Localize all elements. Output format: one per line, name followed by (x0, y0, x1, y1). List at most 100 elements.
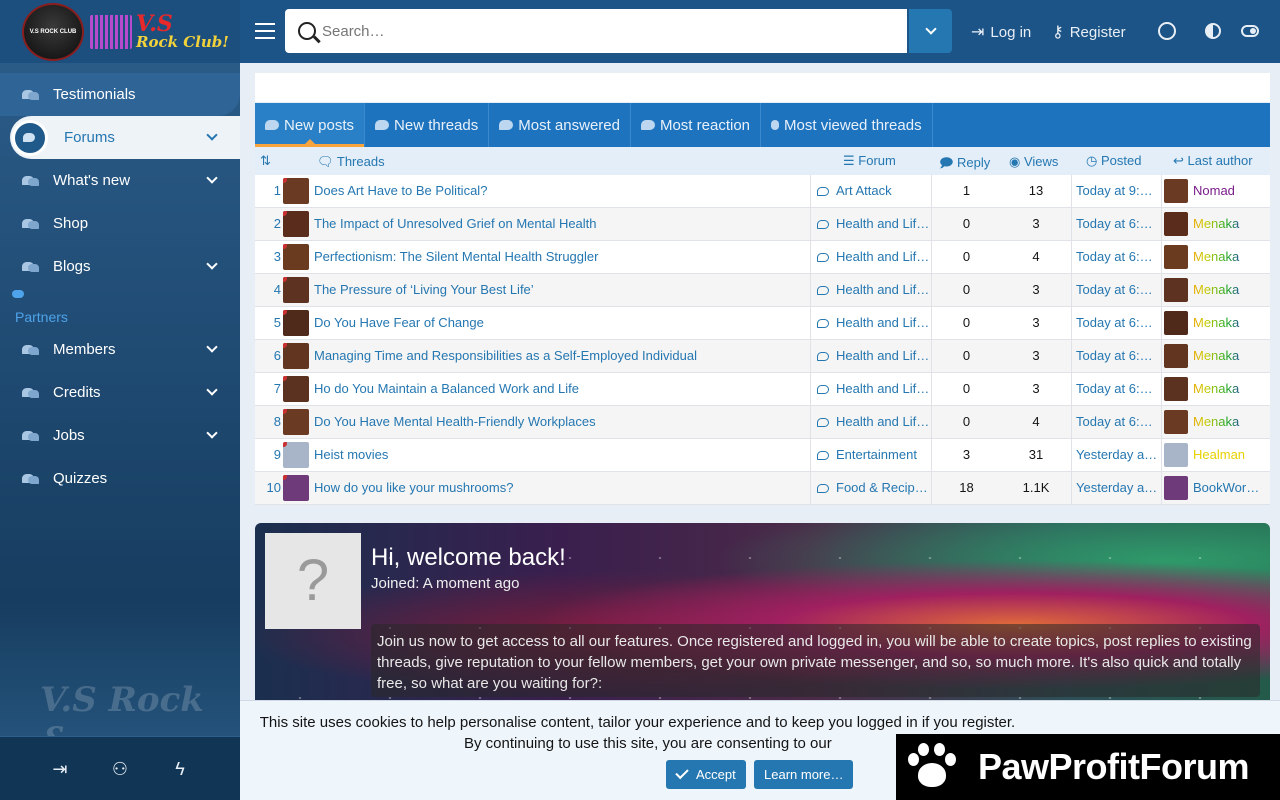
thread-title-link[interactable]: Ho do You Maintain a Balanced Work and L… (314, 373, 809, 405)
thread-title-link[interactable]: Heist movies (314, 439, 809, 471)
tab-most-answered[interactable]: Most answered (489, 103, 631, 147)
view-count: 31 (1028, 447, 1044, 462)
sidebar-item-members[interactable]: Members (0, 328, 240, 371)
bolt-icon[interactable]: ϟ (169, 758, 191, 780)
search-options-dropdown[interactable] (909, 9, 952, 53)
notice-bar (255, 73, 1270, 102)
contrast-icon[interactable] (1202, 20, 1224, 42)
thread-starter-avatar[interactable] (283, 442, 309, 468)
forum-link[interactable]: Health and Lif… (810, 307, 930, 339)
last-author-link[interactable]: Menaka (1161, 406, 1270, 438)
accept-cookies-button[interactable]: Accept (666, 760, 746, 789)
last-author-link[interactable]: Menaka (1161, 241, 1270, 273)
palette-icon[interactable] (1156, 20, 1178, 42)
last-author-link[interactable]: Healman (1161, 439, 1270, 471)
col-views[interactable]: ◉ Views (1009, 154, 1058, 170)
unread-dot-icon (283, 310, 287, 315)
chevron-down-icon[interactable] (206, 384, 218, 396)
sidebar-item-whats-new[interactable]: What's new (0, 159, 240, 202)
sidebar-item-jobs[interactable]: Jobs (0, 414, 240, 457)
last-author-link[interactable]: Menaka (1161, 373, 1270, 405)
posted-time-link[interactable]: Today at 9:… (1071, 175, 1161, 207)
last-author-link[interactable]: Nomad (1161, 175, 1270, 207)
forum-link[interactable]: Food & Recip… (810, 472, 930, 504)
forum-link[interactable]: Health and Lif… (810, 241, 930, 273)
posted-time-link[interactable]: Today at 6:… (1071, 406, 1161, 438)
register-icon[interactable]: ⚇ (109, 758, 131, 780)
toggle-icon[interactable] (1241, 20, 1263, 42)
chevron-down-icon[interactable] (206, 258, 218, 270)
thread-title-link[interactable]: The Impact of Unresolved Grief on Mental… (314, 208, 809, 240)
search-input[interactable] (322, 22, 882, 40)
posted-time-link[interactable]: Yesterday a… (1071, 439, 1161, 471)
last-author-link[interactable]: Menaka (1161, 340, 1270, 372)
thread-starter-avatar[interactable] (283, 409, 309, 435)
tab-new-threads[interactable]: New threads (365, 103, 490, 147)
tab-most-reaction[interactable]: Most reaction (631, 103, 762, 147)
last-author-link[interactable]: Menaka (1161, 307, 1270, 339)
login-link[interactable]: ⇥ Log in (971, 22, 1031, 42)
sidebar-item-label: Testimonials (53, 86, 136, 103)
thread-title-link[interactable]: Do You Have Mental Health-Friendly Workp… (314, 406, 809, 438)
sidebar-item-testimonials[interactable]: Testimonials (0, 73, 240, 116)
thread-starter-avatar[interactable] (283, 211, 309, 237)
sidebar-item-shop[interactable]: Shop (0, 202, 240, 245)
thread-title-link[interactable]: Do You Have Fear of Change (314, 307, 809, 339)
thread-title-link[interactable]: Perfectionism: The Silent Mental Health … (314, 241, 809, 273)
forum-link[interactable]: Art Attack (810, 175, 930, 207)
thread-starter-avatar[interactable] (283, 310, 309, 336)
thread-starter-avatar[interactable] (283, 277, 309, 303)
chevron-down-icon[interactable] (206, 172, 218, 184)
col-threads[interactable]: 🗨 Threads (317, 154, 385, 170)
chevron-down-icon[interactable] (206, 129, 218, 141)
posted-time-link[interactable]: Today at 6:… (1071, 307, 1161, 339)
forum-link[interactable]: Entertainment (810, 439, 930, 471)
col-posted[interactable]: ◷ Posted (1086, 153, 1141, 169)
thread-title-link[interactable]: Does Art Have to Be Political? (314, 175, 809, 207)
posted-time-link[interactable]: Today at 6:… (1071, 274, 1161, 306)
sidebar-item-partners[interactable]: Partners (0, 288, 240, 328)
chevron-down-icon[interactable] (206, 427, 218, 439)
last-author-link[interactable]: BookWor… (1161, 472, 1270, 504)
thread-starter-avatar[interactable] (283, 343, 309, 369)
forum-link[interactable]: Health and Lif… (810, 373, 930, 405)
cookie-text-line1: This site uses cookies to help personali… (259, 714, 1016, 731)
last-author-link[interactable]: Menaka (1161, 208, 1270, 240)
last-author-link[interactable]: Menaka (1161, 274, 1270, 306)
thread-starter-avatar[interactable] (283, 376, 309, 402)
posted-time-link[interactable]: Today at 6:… (1071, 373, 1161, 405)
sidebar-item-credits[interactable]: Credits (0, 371, 240, 414)
sidebar-item-quizzes[interactable]: Quizzes (0, 457, 240, 500)
forum-link[interactable]: Health and Lif… (810, 406, 930, 438)
forum-link[interactable]: Health and Lif… (810, 274, 930, 306)
login-icon[interactable]: ⇥ (49, 758, 71, 780)
sidebar-item-blogs[interactable]: Blogs (0, 245, 240, 288)
posted-time-link[interactable]: Yesterday a… (1071, 472, 1161, 504)
tab-new-posts[interactable]: New posts (255, 103, 366, 147)
tab-most-viewed[interactable]: Most viewed threads (761, 103, 933, 147)
col-forum[interactable]: ☰ Forum (843, 153, 896, 169)
thread-title-link[interactable]: The Pressure of ‘Living Your Best Life’ (314, 274, 809, 306)
logo-club: Rock Club! (136, 33, 229, 51)
posted-time-link[interactable]: Today at 6:… (1071, 208, 1161, 240)
sort-icon[interactable]: ⇅ (260, 153, 271, 169)
forum-link[interactable]: Health and Lif… (810, 340, 930, 372)
sidebar-item-forums[interactable]: Forums (10, 116, 240, 159)
col-last-author[interactable]: ↩ Last author (1173, 153, 1253, 169)
thread-title-link[interactable]: Managing Time and Responsibilities as a … (314, 340, 809, 372)
hamburger-menu-icon[interactable] (255, 23, 275, 39)
reply-count: 3 (931, 439, 1001, 471)
thread-title-link[interactable]: How do you like your mushrooms? (314, 472, 809, 504)
posted-time-link[interactable]: Today at 6:… (1071, 340, 1161, 372)
chevron-down-icon[interactable] (206, 341, 218, 353)
register-link[interactable]: ⚷ Register (1052, 22, 1126, 42)
learn-more-button[interactable]: Learn more… (754, 760, 854, 789)
site-logo[interactable]: V.S ROCK CLUB V.S Rock Club! (0, 0, 240, 63)
posted-time-link[interactable]: Today at 6:… (1071, 241, 1161, 273)
forum-icon (817, 187, 829, 196)
thread-starter-avatar[interactable] (283, 475, 309, 501)
col-reply[interactable]: 🗩 Reply (939, 154, 990, 176)
forum-link[interactable]: Health and Lif… (810, 208, 930, 240)
thread-starter-avatar[interactable] (283, 178, 309, 204)
thread-starter-avatar[interactable] (283, 244, 309, 270)
